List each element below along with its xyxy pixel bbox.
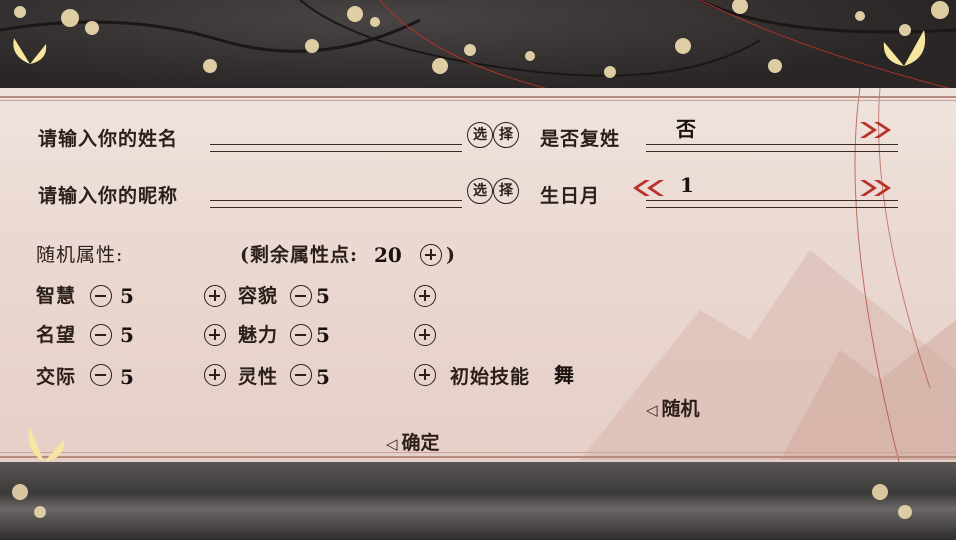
plus-icon[interactable]	[204, 285, 226, 307]
birth-month-underline	[646, 200, 898, 208]
remaining-points-close: )	[446, 244, 456, 266]
initial-skill-label: 初始技能	[450, 366, 531, 388]
attr-value: 5	[120, 284, 134, 308]
minus-icon[interactable]	[290, 324, 312, 346]
panel-border-bottom	[0, 456, 956, 458]
select-char: 选	[467, 178, 493, 204]
remaining-points-value: 20	[374, 243, 402, 267]
plus-icon[interactable]	[414, 324, 436, 346]
triangle-left-icon: ◁	[386, 435, 398, 453]
plus-icon[interactable]	[414, 285, 436, 307]
butterfly-icon	[13, 38, 47, 64]
confirm-button-label: 确定	[401, 432, 440, 454]
attr-name: 灵性	[238, 366, 279, 388]
butterfly-icon	[883, 30, 926, 66]
nickname-label: 请输入你的昵称	[38, 185, 179, 207]
minus-icon[interactable]	[90, 285, 112, 307]
nickname-underline	[210, 200, 462, 208]
plum-blossom-header-art	[0, 0, 956, 92]
character-creation-screen: 请输入你的姓名 选 择 是否复姓 否 请输入你的昵称 选 择 生日月 1 随机属…	[0, 0, 956, 540]
plus-icon[interactable]	[204, 324, 226, 346]
triangle-left-icon: ◁	[646, 401, 658, 419]
attr-value: 5	[316, 323, 330, 347]
right-arrow-icon[interactable]	[856, 178, 896, 198]
attr-value: 5	[120, 323, 134, 347]
remaining-points-label: (剩余属性点:	[240, 244, 359, 266]
attr-value: 5	[120, 365, 134, 389]
right-arrow-icon[interactable]	[856, 120, 896, 140]
panel-border-top	[0, 96, 956, 98]
river-footer-art	[0, 462, 956, 540]
left-arrow-icon[interactable]	[628, 178, 668, 198]
select-nickname-button[interactable]: 选 择	[467, 178, 519, 204]
surname-label: 请输入你的姓名	[38, 128, 179, 150]
butterfly-icon	[28, 428, 65, 462]
attr-value: 5	[316, 365, 330, 389]
random-button-label: 随机	[661, 398, 700, 420]
minus-icon[interactable]	[90, 324, 112, 346]
panel-border-top-inner	[0, 100, 956, 101]
attr-name: 名望	[36, 324, 77, 346]
panel-border-bottom-inner	[0, 452, 956, 453]
surname-underline	[210, 144, 462, 152]
select-char: 择	[493, 122, 519, 148]
attr-name: 交际	[36, 366, 77, 388]
select-char: 择	[493, 178, 519, 204]
plus-icon[interactable]	[204, 364, 226, 386]
plus-icon[interactable]	[420, 244, 442, 266]
birth-month-label: 生日月	[540, 185, 601, 207]
attr-name: 魅力	[238, 324, 279, 346]
compound-surname-label: 是否复姓	[540, 128, 621, 150]
select-surname-button[interactable]: 选 择	[467, 122, 519, 148]
attr-name: 容貌	[238, 285, 279, 307]
random-attributes-label: 随机属性:	[36, 244, 124, 266]
minus-icon[interactable]	[290, 285, 312, 307]
minus-icon[interactable]	[290, 364, 312, 386]
select-char: 选	[467, 122, 493, 148]
attr-name: 智慧	[36, 285, 77, 307]
attr-value: 5	[316, 284, 330, 308]
minus-icon[interactable]	[90, 364, 112, 386]
random-button[interactable]: ◁ 随机	[646, 394, 700, 421]
plus-icon[interactable]	[414, 364, 436, 386]
compound-surname-value: 否	[676, 117, 696, 141]
confirm-button[interactable]: ◁ 确定	[386, 428, 440, 455]
birth-month-value: 1	[680, 173, 694, 197]
compound-surname-underline	[646, 144, 898, 152]
initial-skill-value: 舞	[554, 363, 574, 387]
